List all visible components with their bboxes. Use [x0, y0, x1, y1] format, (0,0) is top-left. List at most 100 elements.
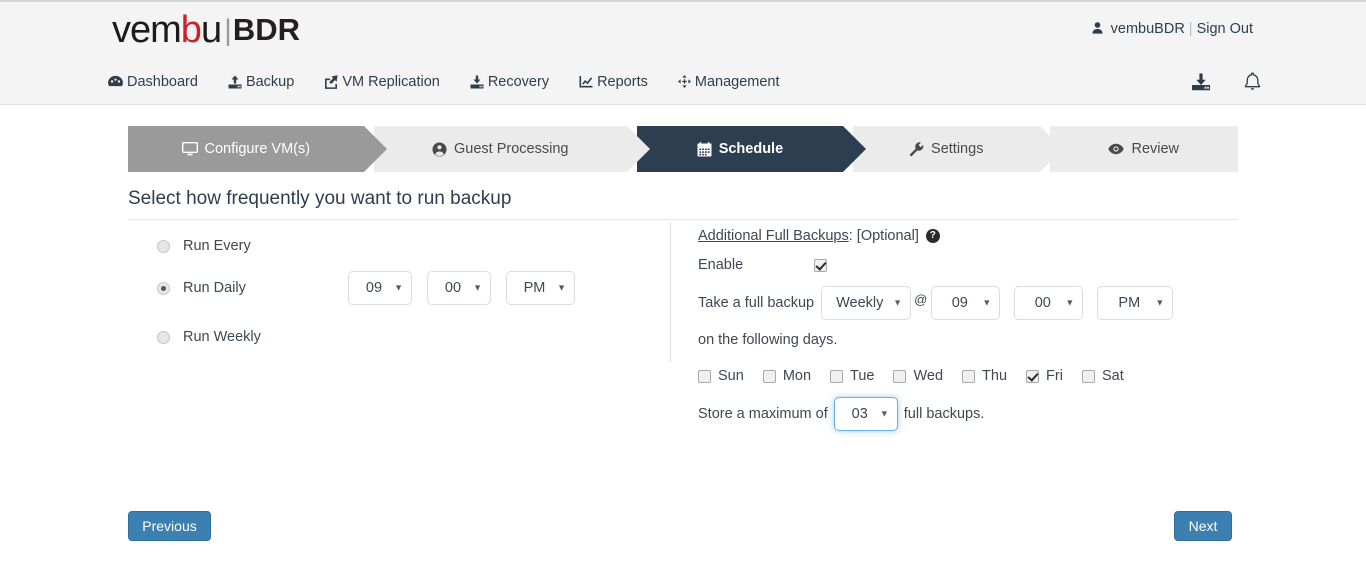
weekday-sat-label: Sat — [1101, 368, 1124, 384]
weekday-tue-checkbox[interactable] — [830, 369, 844, 383]
take-full-backup-row: Take a full backup Weekly ▼ @ 09 ▼ 00 ▼ … — [698, 286, 1174, 320]
frequency-option-run-weekly[interactable]: Run Weekly — [157, 327, 261, 347]
daily-hour-select[interactable]: 09 ▼ — [348, 271, 412, 305]
wizard-step-schedule[interactable]: Schedule — [636, 126, 867, 172]
arrows-icon — [677, 75, 691, 88]
weekday-mon-label: Mon — [782, 368, 812, 384]
daily-meridiem-select[interactable]: PM ▼ — [506, 271, 575, 305]
nav-item-dashboard[interactable]: Dashboard — [108, 74, 198, 90]
at-symbol: @ — [914, 292, 928, 307]
column-divider — [670, 222, 671, 362]
full-backup-interval-select[interactable]: Weekly ▼ — [821, 286, 912, 320]
nav-item-management-label: Management — [694, 73, 780, 90]
nav-item-reports[interactable]: Reports — [579, 74, 648, 90]
weekday-thu-checkbox[interactable] — [962, 369, 976, 383]
top-header-bar: vembu |BDR vembuBDR | Sign Out — [0, 0, 1366, 58]
full-backup-hour-value: 09 — [951, 295, 968, 311]
weekday-wed[interactable]: Wed — [893, 368, 943, 384]
chevron-down-icon: ▼ — [879, 408, 889, 419]
enable-checkbox[interactable] — [814, 258, 827, 272]
wizard-step-guest-processing[interactable]: Guest Processing — [373, 126, 651, 172]
nav-item-recovery[interactable]: Recovery — [470, 74, 549, 90]
wizard-step-guest-processing-label: Guest Processing — [454, 141, 569, 157]
nav-item-backup-label: Backup — [245, 73, 295, 90]
weekday-sun-checkbox[interactable] — [698, 369, 711, 383]
eye-icon — [1108, 143, 1125, 155]
daily-minute-select[interactable]: 00 ▼ — [427, 271, 491, 305]
chevron-down-icon: ▼ — [557, 282, 566, 293]
radio-run-daily[interactable] — [157, 281, 170, 295]
wizard-step-review[interactable]: Review — [1049, 126, 1238, 172]
chevron-down-icon: ▼ — [1065, 297, 1075, 308]
wizard-step-schedule-label: Schedule — [718, 141, 784, 157]
weekday-fri-label: Fri — [1046, 368, 1063, 384]
chart-line-icon — [579, 75, 593, 88]
chevron-down-icon: ▼ — [394, 282, 403, 293]
logo-text-vem: vem — [112, 9, 182, 51]
store-maximum-row: Store a maximum of 03 ▼ full backups. — [698, 397, 984, 431]
store-maximum-prefix: Store a maximum of — [698, 406, 828, 422]
nav-item-management[interactable]: Management — [677, 73, 780, 90]
wrench-icon — [909, 141, 924, 157]
account-username[interactable]: vembuBDR — [1111, 21, 1185, 37]
weekday-sat[interactable]: Sat — [1081, 368, 1124, 384]
weekday-wed-checkbox[interactable] — [893, 369, 907, 383]
page-title: Select how frequently you want to run ba… — [128, 188, 512, 209]
store-maximum-suffix: full backups. — [903, 406, 985, 422]
additional-full-backups-optional: : [Optional] — [848, 228, 919, 244]
weekday-thu-label: Thu — [982, 368, 1008, 384]
weekday-thu[interactable]: Thu — [962, 368, 1007, 384]
chevron-down-icon: ▼ — [893, 297, 903, 308]
wizard-steps: Configure VM(s) Guest Processing Schedul… — [128, 126, 1238, 172]
weekday-tue[interactable]: Tue — [830, 368, 874, 384]
logo-text-bdr: BDR — [232, 12, 301, 47]
wizard-step-configure-vms-label: Configure VM(s) — [204, 141, 311, 157]
take-full-backup-label: Take a full backup — [698, 295, 815, 311]
chevron-down-icon: ▼ — [473, 282, 482, 293]
weekday-fri[interactable]: Fri — [1026, 368, 1063, 384]
full-backup-hour-select[interactable]: 09 ▼ — [931, 286, 1001, 320]
user-icon — [1092, 21, 1107, 36]
store-maximum-value: 03 — [851, 406, 868, 422]
logo-text-u: u — [200, 9, 222, 51]
weekday-mon-checkbox[interactable] — [762, 369, 776, 383]
weekday-sun-label: Sun — [718, 368, 744, 384]
wizard-step-settings[interactable]: Settings — [853, 126, 1062, 172]
frequency-option-run-every[interactable]: Run Every — [157, 236, 251, 256]
nav-item-dashboard-label: Dashboard — [127, 73, 198, 90]
previous-button[interactable]: Previous — [128, 511, 211, 541]
weekday-sat-checkbox[interactable] — [1081, 369, 1095, 383]
bell-icon[interactable] — [1244, 72, 1261, 91]
daily-minute-value: 00 — [444, 280, 462, 296]
wizard-step-review-label: Review — [1131, 141, 1180, 157]
radio-run-weekly-label: Run Weekly — [183, 329, 261, 345]
nav-items: Dashboard Backup VM Replication Recovery — [108, 58, 810, 105]
full-backup-meridiem-select[interactable]: PM ▼ — [1097, 286, 1174, 320]
frequency-option-run-daily[interactable]: Run Daily — [157, 278, 246, 298]
nav-item-vm-replication[interactable]: VM Replication — [324, 74, 440, 90]
weekday-tue-label: Tue — [850, 368, 875, 384]
nav-item-vm-replication-label: VM Replication — [342, 73, 440, 90]
radio-run-daily-label: Run Daily — [183, 280, 246, 296]
full-backup-meridiem-value: PM — [1118, 295, 1141, 311]
chevron-down-icon: ▼ — [982, 297, 992, 308]
question-circle-icon[interactable]: ? — [925, 229, 940, 243]
radio-run-weekly[interactable] — [157, 330, 170, 344]
store-maximum-select[interactable]: 03 ▼ — [833, 397, 898, 431]
logo-text-b: b — [180, 9, 202, 51]
chevron-down-icon: ▼ — [1155, 297, 1165, 308]
weekday-fri-checkbox[interactable] — [1026, 369, 1040, 383]
next-button[interactable]: Next — [1174, 511, 1232, 541]
full-backup-minute-select[interactable]: 00 ▼ — [1014, 286, 1084, 320]
radio-run-every[interactable] — [157, 239, 170, 253]
vembu-bdr-logo: vembu |BDR — [112, 8, 300, 53]
wizard-step-configure-vms[interactable]: Configure VM(s) — [128, 126, 387, 172]
download-inbox-icon[interactable] — [1191, 73, 1211, 91]
upload-icon — [228, 75, 242, 89]
weekday-sun[interactable]: Sun — [698, 368, 744, 384]
nav-item-backup[interactable]: Backup — [228, 74, 294, 90]
sign-out-link[interactable]: Sign Out — [1197, 21, 1253, 37]
weekday-wed-label: Wed — [913, 368, 944, 384]
weekday-mon[interactable]: Mon — [762, 368, 812, 384]
logo-separator: | — [224, 14, 232, 47]
